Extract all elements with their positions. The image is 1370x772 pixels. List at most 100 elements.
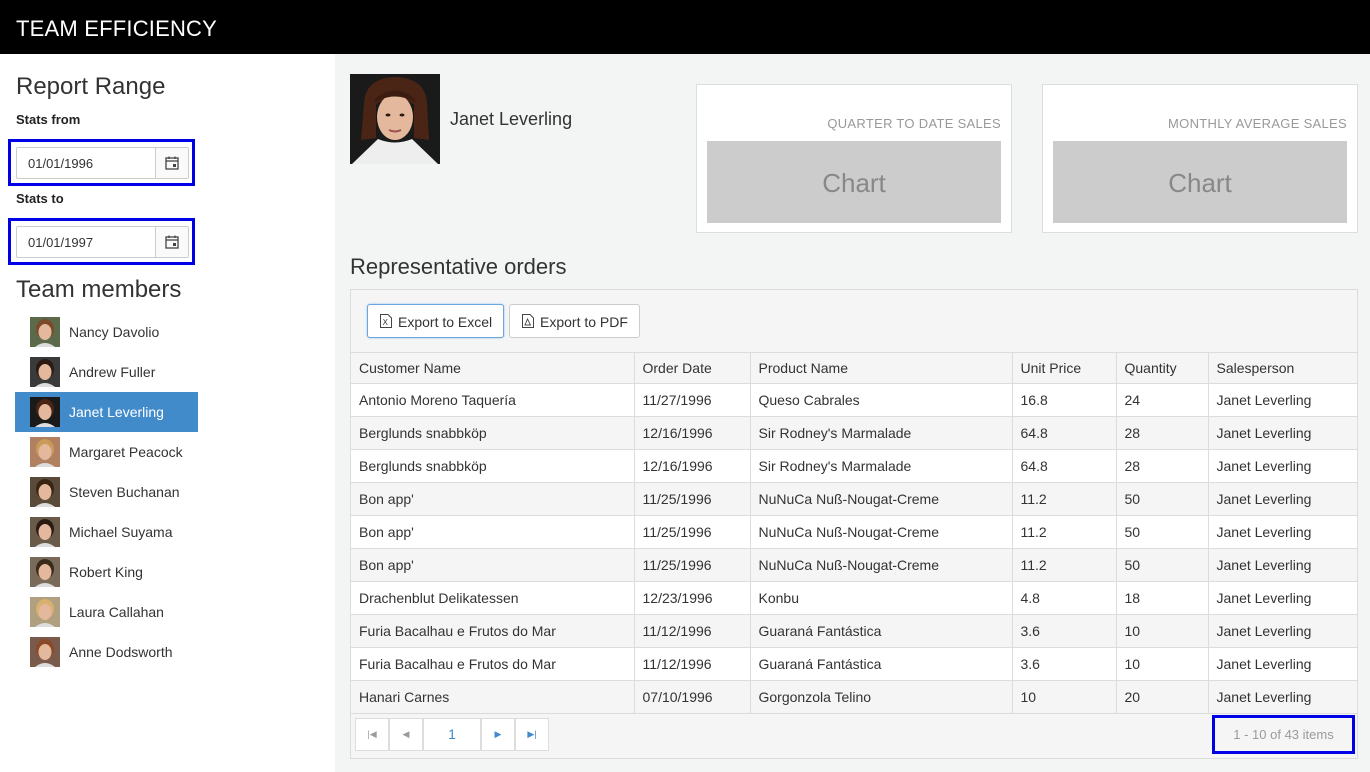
table-cell: 10 <box>1011 680 1116 714</box>
team-member-item[interactable]: Michael Suyama <box>15 512 198 552</box>
team-member-item[interactable]: Andrew Fuller <box>15 352 198 392</box>
grid-pager: |◀ ◀ 1 ▶ ▶| 1 - 10 of 43 items <box>351 712 1357 758</box>
table-row[interactable]: Furia Bacalhau e Frutos do Mar 11/12/1996… <box>351 647 1357 681</box>
table-row[interactable]: Hanari Carnes 07/10/1996 Gorgonzola Telino… <box>351 680 1357 714</box>
table-row[interactable]: Berglunds snabbköp 12/16/1996 Sir Rodney's… <box>351 449 1357 483</box>
orders-heading: Representative orders <box>350 254 567 279</box>
column-header[interactable]: Quantity <box>1115 352 1208 384</box>
sidebar: Report Range Stats from 01/01/1996 Stats… <box>0 54 335 772</box>
table-cell: 11.2 <box>1011 482 1116 516</box>
stats-from-input[interactable]: 01/01/1996 <box>28 156 93 171</box>
stats-to-label: Stats to <box>16 191 64 206</box>
table-cell: 28 <box>1115 449 1208 483</box>
orders-table: Customer Name Order Date Product Name Unit … <box>351 352 1357 714</box>
quarter-to-date-sales-card: QUARTER TO DATE SALES Chart <box>696 84 1012 233</box>
table-cell: Janet Leverling <box>1207 449 1357 483</box>
table-row[interactable]: Drachenblut Delikatessen 12/23/1996 Konbu 4… <box>351 581 1357 615</box>
team-member-item[interactable]: Laura Callahan <box>15 592 198 632</box>
profile-portrait-image <box>350 74 440 164</box>
table-cell: Furia Bacalhau e Frutos do Mar <box>351 614 634 648</box>
table-cell: Janet Leverling <box>1207 581 1357 615</box>
monthly-average-sales-card: MONTHLY AVERAGE SALES Chart <box>1042 84 1358 233</box>
export-excel-button[interactable]: X Export to Excel <box>367 304 504 338</box>
team-member-item[interactable]: Steven Buchanan <box>15 472 198 512</box>
chart-placeholder-label: Chart <box>1168 168 1232 198</box>
table-row[interactable]: Bon app' 11/25/1996 NuNuCa Nuß-Nougat-Crem… <box>351 515 1357 549</box>
stats-to-calendar-button[interactable] <box>155 227 188 257</box>
table-cell: Janet Leverling <box>1207 548 1357 582</box>
table-cell: Berglunds snabbköp <box>351 416 634 450</box>
table-cell: Bon app' <box>351 482 634 516</box>
table-cell: 50 <box>1115 548 1208 582</box>
table-cell: 64.8 <box>1011 449 1116 483</box>
column-header[interactable]: Product Name <box>749 352 1012 384</box>
column-header[interactable]: Customer Name <box>351 352 634 384</box>
profile-photo <box>350 74 440 164</box>
table-cell: 4.8 <box>1011 581 1116 615</box>
table-row[interactable]: Antonio Moreno Taquería 11/27/1996 Queso C… <box>351 383 1357 417</box>
table-cell: 10 <box>1115 614 1208 648</box>
table-cell: 12/23/1996 <box>633 581 750 615</box>
table-cell: 3.6 <box>1011 614 1116 648</box>
table-cell: 11/12/1996 <box>633 614 750 648</box>
app-header: TEAM EFFICIENCY <box>0 0 1370 54</box>
member-name: Margaret Peacock <box>69 444 183 460</box>
next-page-icon: ▶ <box>494 729 502 739</box>
chart-placeholder-label: Chart <box>822 168 886 198</box>
stats-to-datepicker[interactable]: 01/01/1997 <box>16 226 189 258</box>
member-avatar <box>30 557 60 587</box>
member-avatar <box>30 437 60 467</box>
table-row[interactable]: Bon app' 11/25/1996 NuNuCa Nuß-Nougat-Crem… <box>351 548 1357 582</box>
stats-to-highlight: 01/01/1997 <box>8 218 195 265</box>
next-page-button[interactable]: ▶ <box>481 718 515 751</box>
card-title: MONTHLY AVERAGE SALES <box>1168 116 1347 131</box>
table-cell: Hanari Carnes <box>351 680 634 714</box>
current-page-button[interactable]: 1 <box>423 718 481 751</box>
table-row[interactable]: Furia Bacalhau e Frutos do Mar 11/12/1996… <box>351 614 1357 648</box>
table-cell: 64.8 <box>1011 416 1116 450</box>
orders-grid: X Export to Excel Export to PDF Customer… <box>350 289 1358 759</box>
table-cell: 12/16/1996 <box>633 416 750 450</box>
table-cell: 07/10/1996 <box>633 680 750 714</box>
table-cell: 3.6 <box>1011 647 1116 681</box>
table-cell: 24 <box>1115 383 1208 417</box>
prev-page-button[interactable]: ◀ <box>389 718 423 751</box>
table-cell: 11/12/1996 <box>633 647 750 681</box>
last-page-button[interactable]: ▶| <box>515 718 549 751</box>
pdf-file-icon <box>522 314 534 328</box>
stats-from-label: Stats from <box>16 112 81 127</box>
last-page-icon: ▶| <box>527 729 537 739</box>
table-cell: 50 <box>1115 515 1208 549</box>
column-header[interactable]: Order Date <box>633 352 750 384</box>
member-name: Janet Leverling <box>69 404 164 420</box>
grid-toolbar: X Export to Excel Export to PDF <box>351 290 1357 352</box>
table-cell: Queso Cabrales <box>749 383 1012 417</box>
first-page-button[interactable]: |◀ <box>355 718 389 751</box>
team-member-item[interactable]: Anne Dodsworth <box>15 632 198 672</box>
prev-page-icon: ◀ <box>402 729 410 739</box>
team-member-item[interactable]: Nancy Davolio <box>15 312 198 352</box>
table-cell: 20 <box>1115 680 1208 714</box>
member-name: Laura Callahan <box>69 604 164 620</box>
table-cell: Janet Leverling <box>1207 482 1357 516</box>
table-cell: Janet Leverling <box>1207 647 1357 681</box>
stats-to-input[interactable]: 01/01/1997 <box>28 235 93 250</box>
table-row[interactable]: Bon app' 11/25/1996 NuNuCa Nuß-Nougat-Crem… <box>351 482 1357 516</box>
team-member-item[interactable]: Robert King <box>15 552 198 592</box>
team-member-item[interactable]: Margaret Peacock <box>15 432 198 472</box>
table-cell: Drachenblut Delikatessen <box>351 581 634 615</box>
table-cell: Janet Leverling <box>1207 515 1357 549</box>
svg-text:X: X <box>383 318 389 327</box>
table-row[interactable]: Berglunds snabbköp 12/16/1996 Sir Rodney's… <box>351 416 1357 450</box>
team-member-item[interactable]: Janet Leverling <box>15 392 198 432</box>
stats-from-calendar-button[interactable] <box>155 148 188 178</box>
table-cell: 10 <box>1115 647 1208 681</box>
member-avatar <box>30 397 60 427</box>
export-pdf-button[interactable]: Export to PDF <box>509 304 640 338</box>
table-body: Antonio Moreno Taquería 11/27/1996 Queso C… <box>351 383 1357 714</box>
column-header[interactable]: Salesperson <box>1207 352 1357 384</box>
column-header[interactable]: Unit Price <box>1011 352 1116 384</box>
table-cell: 16.8 <box>1011 383 1116 417</box>
stats-from-datepicker[interactable]: 01/01/1996 <box>16 147 189 179</box>
table-cell: Antonio Moreno Taquería <box>351 383 634 417</box>
